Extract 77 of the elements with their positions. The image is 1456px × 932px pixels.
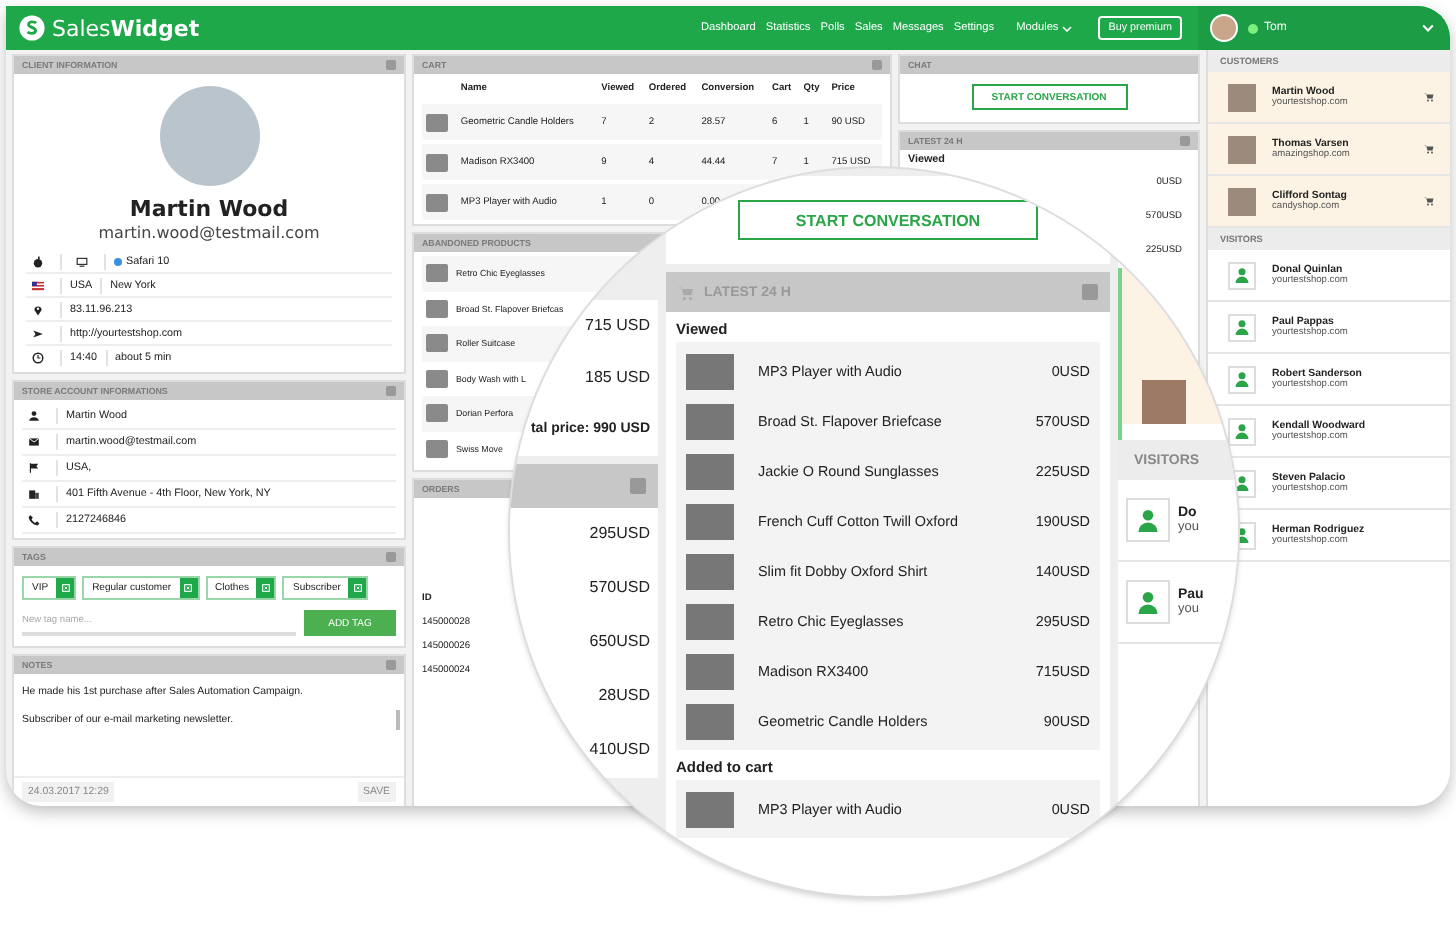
browser-icon: [114, 257, 122, 265]
help-icon[interactable]: [386, 386, 396, 396]
flag-icon: [28, 462, 40, 474]
product-photo: [686, 603, 734, 639]
photo-placeholder: [159, 86, 259, 186]
price: 185 USD: [585, 368, 650, 386]
avatar[interactable]: [1142, 380, 1186, 424]
avatar: [1210, 14, 1238, 42]
order-value: 410USD: [589, 740, 650, 758]
cart-icon: [1424, 144, 1434, 154]
product-photo: [426, 334, 448, 353]
person-icon: [28, 410, 40, 422]
order-value: 650USD: [589, 632, 650, 650]
help-icon[interactable]: [872, 60, 882, 70]
product-photo: [426, 264, 448, 283]
chevron-icon[interactable]: [1422, 24, 1434, 32]
chevron-icon: [1062, 25, 1073, 31]
avatar: [1228, 83, 1256, 111]
clock-icon: [32, 351, 44, 363]
product-photo: [686, 791, 734, 827]
logo-icon: [18, 14, 46, 42]
client-email: martin.wood@testmail.com: [98, 224, 320, 242]
product-photo: [686, 503, 734, 539]
envelope-icon: [28, 436, 40, 448]
cart-icon: [678, 285, 694, 299]
apple-icon: [32, 255, 44, 267]
help-icon[interactable]: [386, 552, 396, 562]
help-icon[interactable]: [1180, 136, 1190, 146]
help-icon[interactable]: [630, 478, 646, 494]
product-photo: [686, 403, 734, 439]
product-photo: [426, 439, 448, 458]
order-value: 295USD: [589, 524, 650, 542]
product-photo: [686, 353, 734, 389]
close-icon: [184, 584, 193, 592]
product-photo: [686, 453, 734, 489]
product-photo: [426, 404, 448, 423]
order-value: 570USD: [589, 578, 650, 596]
product-photo: [426, 193, 448, 211]
avatar: [1228, 187, 1256, 215]
user-icon: [1228, 417, 1256, 445]
avatar: [1228, 135, 1256, 163]
order-value: 28USD: [598, 686, 650, 704]
product-photo: [426, 369, 448, 388]
product-photo: [686, 653, 734, 689]
remove-tag-button[interactable]: [348, 578, 367, 598]
price: 715 USD: [585, 316, 650, 334]
user-icon: [1126, 580, 1170, 624]
phone-icon: [28, 514, 40, 526]
user-icon: [1228, 261, 1256, 289]
start-conversation-button[interactable]: START CONVERSATION: [738, 200, 1038, 240]
remove-tag-button[interactable]: [256, 578, 275, 598]
product-photo: [686, 703, 734, 739]
building-icon: [28, 488, 40, 500]
user-icon: [1228, 365, 1256, 393]
product-photo: [426, 299, 448, 318]
product-photo: [686, 553, 734, 589]
cart-icon: [1424, 92, 1434, 102]
product-photo: [426, 113, 448, 131]
close-icon: [61, 584, 70, 592]
location-pin-icon: [32, 303, 44, 315]
remove-tag-button[interactable]: [56, 578, 75, 598]
help-icon[interactable]: [386, 60, 396, 70]
cart-icon: [1424, 196, 1434, 206]
close-icon: [353, 584, 362, 592]
remove-tag-button[interactable]: [179, 578, 198, 598]
send-icon: [32, 327, 44, 339]
scrollbar[interactable]: [396, 710, 400, 730]
close-icon: [261, 584, 270, 592]
help-icon[interactable]: [386, 660, 396, 670]
flag-icon: [32, 279, 44, 291]
monitor-icon: [76, 255, 88, 267]
logo-text: SalesWidget: [52, 15, 200, 41]
user-icon: [1126, 498, 1170, 542]
user-icon: [1228, 313, 1256, 341]
client-name: Martin Wood: [129, 196, 289, 222]
product-photo: [426, 153, 448, 171]
help-icon[interactable]: [1082, 284, 1098, 300]
